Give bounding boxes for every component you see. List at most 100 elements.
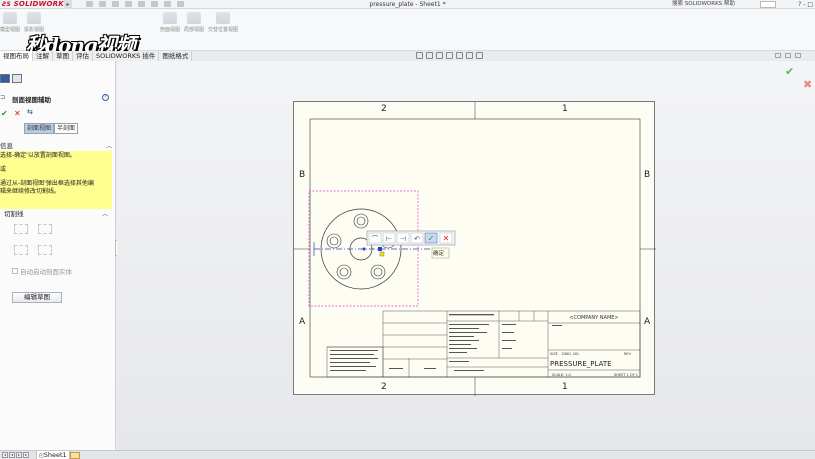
- property-manager-title: 剖面视图辅助: [12, 96, 51, 104]
- svg-text:⊣: ⊣: [400, 235, 406, 243]
- sheet-tab[interactable]: ◰Sheet1: [36, 451, 70, 459]
- section-mode-toggle: 剖面视图 半剖面: [24, 123, 79, 134]
- ribbon-model-view-button[interactable]: 模型视图: [0, 12, 20, 33]
- search-input[interactable]: [760, 1, 776, 8]
- manager-tabs: [0, 74, 22, 83]
- window-controls[interactable]: ? - □: [798, 0, 813, 9]
- pushpin-icon[interactable]: ⇆: [27, 108, 33, 116]
- info-line: 通过从-剖面视图'弹出框选择其他编: [0, 180, 94, 187]
- zoom-to-fit-icon[interactable]: [416, 52, 423, 59]
- tab-annotation[interactable]: 注解: [33, 51, 53, 61]
- tab-evaluate[interactable]: 评估: [73, 51, 93, 61]
- rev-label: REV: [624, 352, 632, 356]
- sheet-number-label: SHEET 1 OF 1: [614, 373, 638, 377]
- info-section-header[interactable]: 信息 ︿: [0, 142, 116, 151]
- detail-view-icon: [187, 12, 201, 24]
- svg-text:⌒: ⌒: [372, 235, 379, 243]
- cut-line-options: [14, 224, 52, 234]
- zone-left-b: B: [299, 170, 306, 180]
- title-block-fine-print: [330, 314, 562, 371]
- zone-bottom-1: 1: [562, 382, 568, 392]
- alternate-position-icon: [216, 12, 230, 24]
- section-view-assist-icon: ⊐: [0, 94, 6, 101]
- tab-view-layout[interactable]: 视图布局: [0, 51, 33, 61]
- zone-left-a: A: [299, 317, 306, 327]
- ribbon-section-view-button[interactable]: 剖面视图: [160, 12, 180, 33]
- svg-text:✕: ✕: [443, 234, 450, 243]
- ribbon-alternate-position-button[interactable]: 交替位置视图: [208, 12, 238, 33]
- heads-up-view-toolbar: [416, 52, 483, 59]
- zone-top-2: 2: [381, 104, 387, 114]
- help-icon[interactable]: ?: [102, 94, 109, 101]
- tab-addins[interactable]: SOLIDWORKS 插件: [93, 51, 160, 61]
- drawing-sheet-svg: ✓ ✕ ⌒ ⊢ ⊣ ↶ <COMPANY NAME> SIZE DWG. NO.…: [294, 102, 656, 396]
- command-manager-ribbon: 模型视图 投影视图 剖面视图 局部视图 交替位置视图 秒dong视频: [0, 9, 815, 57]
- horizontal-cut-icon[interactable]: [38, 224, 52, 234]
- feature-manager-tab-icon[interactable]: [0, 74, 10, 83]
- section-view-icon: [163, 12, 177, 24]
- size-label: SIZE: [550, 352, 558, 356]
- hide-show-icon[interactable]: [466, 52, 473, 59]
- section-popup-toolbar: ✓ ✕ ⌒ ⊢ ⊣ ↶: [366, 230, 456, 246]
- drawing-title-text: PRESSURE_PLATE: [550, 360, 612, 368]
- tab-sheet-format[interactable]: 图纸格式: [159, 51, 193, 61]
- inner-border: [309, 118, 641, 378]
- ribbon-detail-view-button[interactable]: 局部视图: [184, 12, 204, 33]
- property-manager-tab-icon[interactable]: [12, 74, 22, 83]
- info-line: 选择-确定'以放置剖面视图。: [0, 152, 76, 159]
- aligned-cut-icon[interactable]: [38, 245, 52, 255]
- previous-view-icon[interactable]: [436, 52, 443, 59]
- drawing-sheet[interactable]: ✓ ✕ ⌒ ⊢ ⊣ ↶ <COMPANY NAME> SIZE DWG. NO.…: [293, 101, 656, 396]
- collapse-chevron-icon[interactable]: ︿: [102, 210, 108, 219]
- zone-right-b: B: [644, 170, 651, 180]
- cut-line-section-header[interactable]: 切割线 ︿: [4, 210, 116, 219]
- confirm-ok-icon[interactable]: ✔: [785, 65, 794, 78]
- collapse-chevron-icon[interactable]: ︿: [106, 142, 112, 151]
- confirm-tooltip: 确定: [433, 251, 445, 257]
- zone-bottom-2: 2: [381, 382, 387, 392]
- info-line: 辑来继续修改切割线。: [0, 188, 61, 195]
- confirm-cancel-icon[interactable]: ✖: [803, 78, 812, 91]
- add-sheet-icon[interactable]: [70, 452, 80, 459]
- cut-line-options-row2: [14, 245, 52, 255]
- model-view-icon: [3, 12, 17, 24]
- command-tabs: 视图布局 注解 草图 评估 SOLIDWORKS 插件 图纸格式: [0, 51, 193, 61]
- display-style-icon[interactable]: [456, 52, 463, 59]
- last-sheet-icon[interactable]: ▸: [23, 452, 29, 458]
- tab-sketch[interactable]: 草图: [53, 51, 73, 61]
- dwg-no-label: DWG. NO.: [562, 352, 579, 356]
- search-help-label[interactable]: 搜索 SOLIDWORKS 帮助: [672, 0, 735, 9]
- restore-panel-icon[interactable]: [775, 53, 781, 58]
- vertical-cut-icon[interactable]: [14, 224, 28, 234]
- close-panel-icon[interactable]: [795, 53, 801, 58]
- info-line: 或: [0, 166, 7, 173]
- zone-right-a: A: [644, 317, 651, 327]
- first-sheet-icon[interactable]: ◂: [2, 452, 8, 458]
- sheet-navigation: ◂ ◂ ▸ ▸: [2, 452, 29, 458]
- property-manager-panel: ⊐ 剖面视图辅助 ? ✔ ✕ ⇆ 剖面视图 半剖面 信息 ︿ 选择-确定'以放置…: [0, 61, 116, 450]
- svg-text:✓: ✓: [428, 234, 435, 243]
- edit-sketch-button[interactable]: 编辑草图: [12, 292, 62, 303]
- ok-check-icon[interactable]: ✔: [1, 109, 8, 118]
- scale-label: SCALE: 1:2: [552, 373, 571, 377]
- zone-top-1: 1: [562, 104, 568, 114]
- section-view-segment[interactable]: 剖面视图: [24, 123, 55, 134]
- svg-text:↶: ↶: [414, 235, 420, 243]
- panel-controls: [775, 53, 801, 58]
- company-name-text: <COMPANY NAME>: [569, 315, 618, 321]
- tile-panel-icon[interactable]: [785, 53, 791, 58]
- appearance-icon[interactable]: [476, 52, 483, 59]
- auxiliary-cut-icon[interactable]: [14, 245, 28, 255]
- auto-start-section-checkbox[interactable]: 自动启动剖面实体: [12, 266, 72, 276]
- rotate-icon[interactable]: [446, 52, 453, 59]
- checkbox-box[interactable]: [12, 268, 18, 274]
- title-bar: ƧS SOLIDWORKS ▸ pressure_plate - Sheet1 …: [0, 0, 815, 9]
- half-section-segment[interactable]: 半剖面: [54, 123, 79, 134]
- projected-view-icon: [27, 12, 41, 24]
- info-message-box: 选择-确定'以放置剖面视图。 或 通过从-剖面视图'弹出框选择其他编 辑来继续修…: [0, 151, 112, 209]
- next-sheet-icon[interactable]: ▸: [16, 452, 22, 458]
- cancel-x-icon[interactable]: ✕: [14, 109, 21, 118]
- zoom-area-icon[interactable]: [426, 52, 433, 59]
- prev-sheet-icon[interactable]: ◂: [9, 452, 15, 458]
- svg-text:⊢: ⊢: [386, 235, 392, 243]
